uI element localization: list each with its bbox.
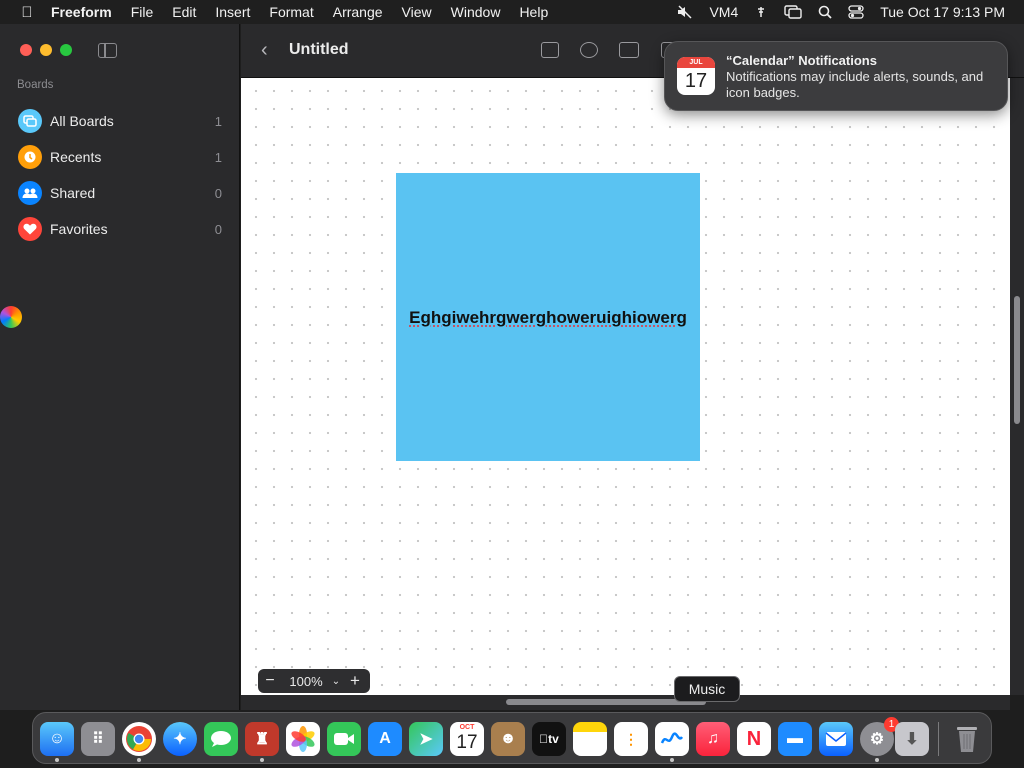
dock-separator (938, 722, 939, 756)
sidebar-item-label: All Boards (50, 113, 114, 129)
finder-icon[interactable]: ☺ (40, 722, 74, 756)
apple-tv-icon[interactable]: tv (532, 722, 566, 756)
heart-icon (18, 217, 42, 241)
sidebar: Boards All Boards 1 Recents 1 Shared 0 F… (0, 24, 240, 710)
board-title: Untitled (289, 41, 349, 58)
sidebar-item-favorites[interactable]: Favorites 0 (18, 211, 222, 247)
sidebar-item-label: Recents (50, 149, 102, 165)
sidebar-item-count: 0 (214, 185, 222, 201)
game-app-icon[interactable]: ♜ (245, 722, 279, 756)
sidebar-list: All Boards 1 Recents 1 Shared 0 Favorite… (18, 103, 222, 247)
facetime-icon[interactable] (327, 722, 361, 756)
control-center-icon[interactable] (848, 5, 864, 19)
sticky-note[interactable]: Eghgiwehrgwerghoweruighiowerg (396, 173, 700, 461)
calendar-notification[interactable]: JUL 17 “Calendar” Notifications Notifica… (664, 41, 1008, 111)
people-icon (18, 181, 42, 205)
app-store-icon[interactable]: A (368, 722, 402, 756)
sidebar-item-label: Favorites (50, 221, 108, 237)
chevron-down-icon[interactable]: ⌄ (330, 676, 342, 687)
menu-help[interactable]: Help (519, 4, 548, 20)
sidebar-item-shared[interactable]: Shared 0 (18, 175, 222, 211)
sticky-note-text[interactable]: Eghgiwehrgwerghoweruighiowerg (408, 307, 688, 328)
menu-file[interactable]: File (131, 4, 154, 20)
window-controls (20, 44, 72, 56)
zoom-in-button[interactable]: + (342, 671, 368, 691)
reminders-icon[interactable]: ⋮ (614, 722, 648, 756)
network-icon[interactable] (754, 5, 768, 19)
calendar-icon: JUL 17 (677, 57, 715, 95)
back-chevron-icon[interactable]: ‹ (261, 39, 268, 62)
notification-body: Notifications may include alerts, sounds… (726, 69, 984, 100)
zoom-control: − 100% ⌄ + (258, 669, 370, 693)
menu-window[interactable]: Window (451, 4, 501, 20)
siri-orb-icon[interactable] (0, 306, 22, 328)
notes-icon[interactable] (573, 722, 607, 756)
contacts-icon[interactable]: ☻ (491, 722, 525, 756)
dock-tooltip: Music (674, 676, 740, 702)
sidebar-section-title: Boards (17, 79, 54, 91)
shapes-tool-icon[interactable] (580, 42, 598, 58)
news-icon[interactable]: N (737, 722, 771, 756)
menu-insert[interactable]: Insert (215, 4, 250, 20)
calendar-icon-month: JUL (677, 57, 715, 68)
screen-mirroring-icon[interactable] (784, 5, 802, 19)
search-icon[interactable] (818, 5, 832, 19)
trash-icon[interactable] (950, 722, 984, 756)
sidebar-toggle-icon[interactable] (98, 43, 117, 58)
sticky-note-tool-icon[interactable] (541, 42, 559, 58)
vertical-scrollbar[interactable] (1010, 78, 1024, 695)
mute-icon[interactable] (677, 5, 693, 19)
dock: ☺ ⠿ ✦ ♜ A ➤ OCT 17 ☻ tv ⋮ ♫ N ▬ ⚙ 1 ⬇ (32, 712, 992, 764)
sidebar-item-label: Shared (50, 185, 96, 201)
zoom-level[interactable]: 100% (282, 674, 330, 689)
dock-calendar-day: 17 (456, 732, 478, 753)
menu-format[interactable]: Format (269, 4, 313, 20)
running-indicator (260, 758, 264, 762)
chrome-icon[interactable] (122, 722, 156, 756)
calendar-app-icon[interactable]: OCT 17 (450, 722, 484, 756)
freeform-icon[interactable] (655, 722, 689, 756)
notification-title: “Calendar” Notifications (726, 53, 877, 68)
sidebar-item-count: 1 (214, 149, 222, 165)
menu-view[interactable]: View (402, 4, 432, 20)
clock-icon (18, 145, 42, 169)
vm-label[interactable]: VM4 (709, 4, 738, 20)
running-indicator (55, 758, 59, 762)
vertical-scroll-thumb[interactable] (1014, 296, 1020, 424)
text-box-tool-icon[interactable] (619, 42, 639, 58)
menu-app-name[interactable]: Freeform (51, 4, 112, 20)
minimize-window-button[interactable] (40, 44, 52, 56)
apple-menu-icon[interactable]:  (17, 4, 37, 21)
menu-clock[interactable]: Tue Oct 17 9:13 PM (880, 4, 1005, 20)
sidebar-item-count: 0 (214, 221, 222, 237)
sidebar-item-recents[interactable]: Recents 1 (18, 139, 222, 175)
horizontal-scrollbar[interactable] (241, 695, 1010, 710)
safari-icon[interactable]: ✦ (163, 722, 197, 756)
calendar-icon-day: 17 (684, 70, 708, 92)
menu-bar:  Freeform File Edit Insert Format Arran… (0, 0, 1024, 24)
downloads-icon[interactable]: ⬇ (895, 722, 929, 756)
music-icon[interactable]: ♫ (696, 722, 730, 756)
photos-icon[interactable] (286, 722, 320, 756)
sidebar-item-all-boards[interactable]: All Boards 1 (18, 103, 222, 139)
mail-icon[interactable] (819, 722, 853, 756)
menu-arrange[interactable]: Arrange (333, 4, 383, 20)
zoom-window-button[interactable] (60, 44, 72, 56)
zoom-out-button[interactable]: − (258, 672, 282, 690)
messages-icon[interactable] (204, 722, 238, 756)
boards-icon (18, 109, 42, 133)
running-indicator (670, 758, 674, 762)
system-settings-icon[interactable]: ⚙ 1 (860, 717, 899, 756)
dock-calendar-month: OCT (459, 724, 475, 731)
close-window-button[interactable] (20, 44, 32, 56)
maps-icon[interactable]: ➤ (409, 722, 443, 756)
keynote-icon[interactable]: ▬ (778, 722, 812, 756)
menu-edit[interactable]: Edit (172, 4, 196, 20)
running-indicator (137, 758, 141, 762)
sidebar-item-count: 1 (214, 113, 222, 129)
running-indicator (875, 758, 879, 762)
launchpad-icon[interactable]: ⠿ (81, 722, 115, 756)
